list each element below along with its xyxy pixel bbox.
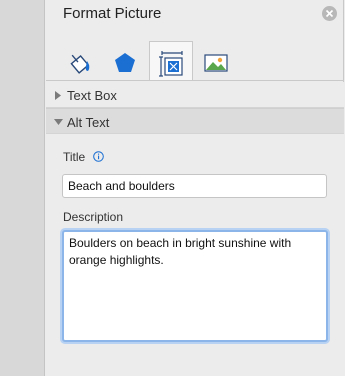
- picture-icon: [204, 54, 228, 72]
- format-picture-pane: Format Picture Text Box Alt Text Title B…: [46, 0, 344, 376]
- section-text-box-label: Text Box: [67, 88, 117, 103]
- description-label: Description: [63, 210, 124, 224]
- pentagon-icon: [115, 53, 135, 72]
- chevron-down-icon: [54, 119, 63, 125]
- tab-size-properties[interactable]: [149, 41, 193, 81]
- tab-fill-line[interactable]: [58, 41, 102, 81]
- tab-picture[interactable]: [194, 41, 238, 81]
- title-input[interactable]: [62, 174, 327, 198]
- paint-bucket-icon: [70, 54, 90, 74]
- title-label: Title: [63, 150, 86, 164]
- close-button[interactable]: [322, 6, 337, 21]
- tab-bar: [46, 36, 344, 81]
- size-properties-icon: [159, 51, 183, 77]
- section-alt-text-label: Alt Text: [67, 115, 110, 130]
- tab-effects[interactable]: [103, 41, 147, 81]
- alt-text-content: Title Description Boulders on beach in b…: [46, 134, 344, 376]
- section-alt-text[interactable]: Alt Text: [46, 108, 344, 134]
- close-icon: [325, 9, 334, 18]
- chevron-right-icon: [55, 91, 61, 100]
- document-edge: [0, 0, 45, 376]
- description-textarea[interactable]: Boulders on beach in bright sunshine wit…: [62, 230, 328, 342]
- section-text-box[interactable]: Text Box: [46, 82, 344, 108]
- info-icon[interactable]: [93, 151, 104, 162]
- tab-divider: [46, 80, 344, 81]
- pane-title: Format Picture: [63, 5, 162, 22]
